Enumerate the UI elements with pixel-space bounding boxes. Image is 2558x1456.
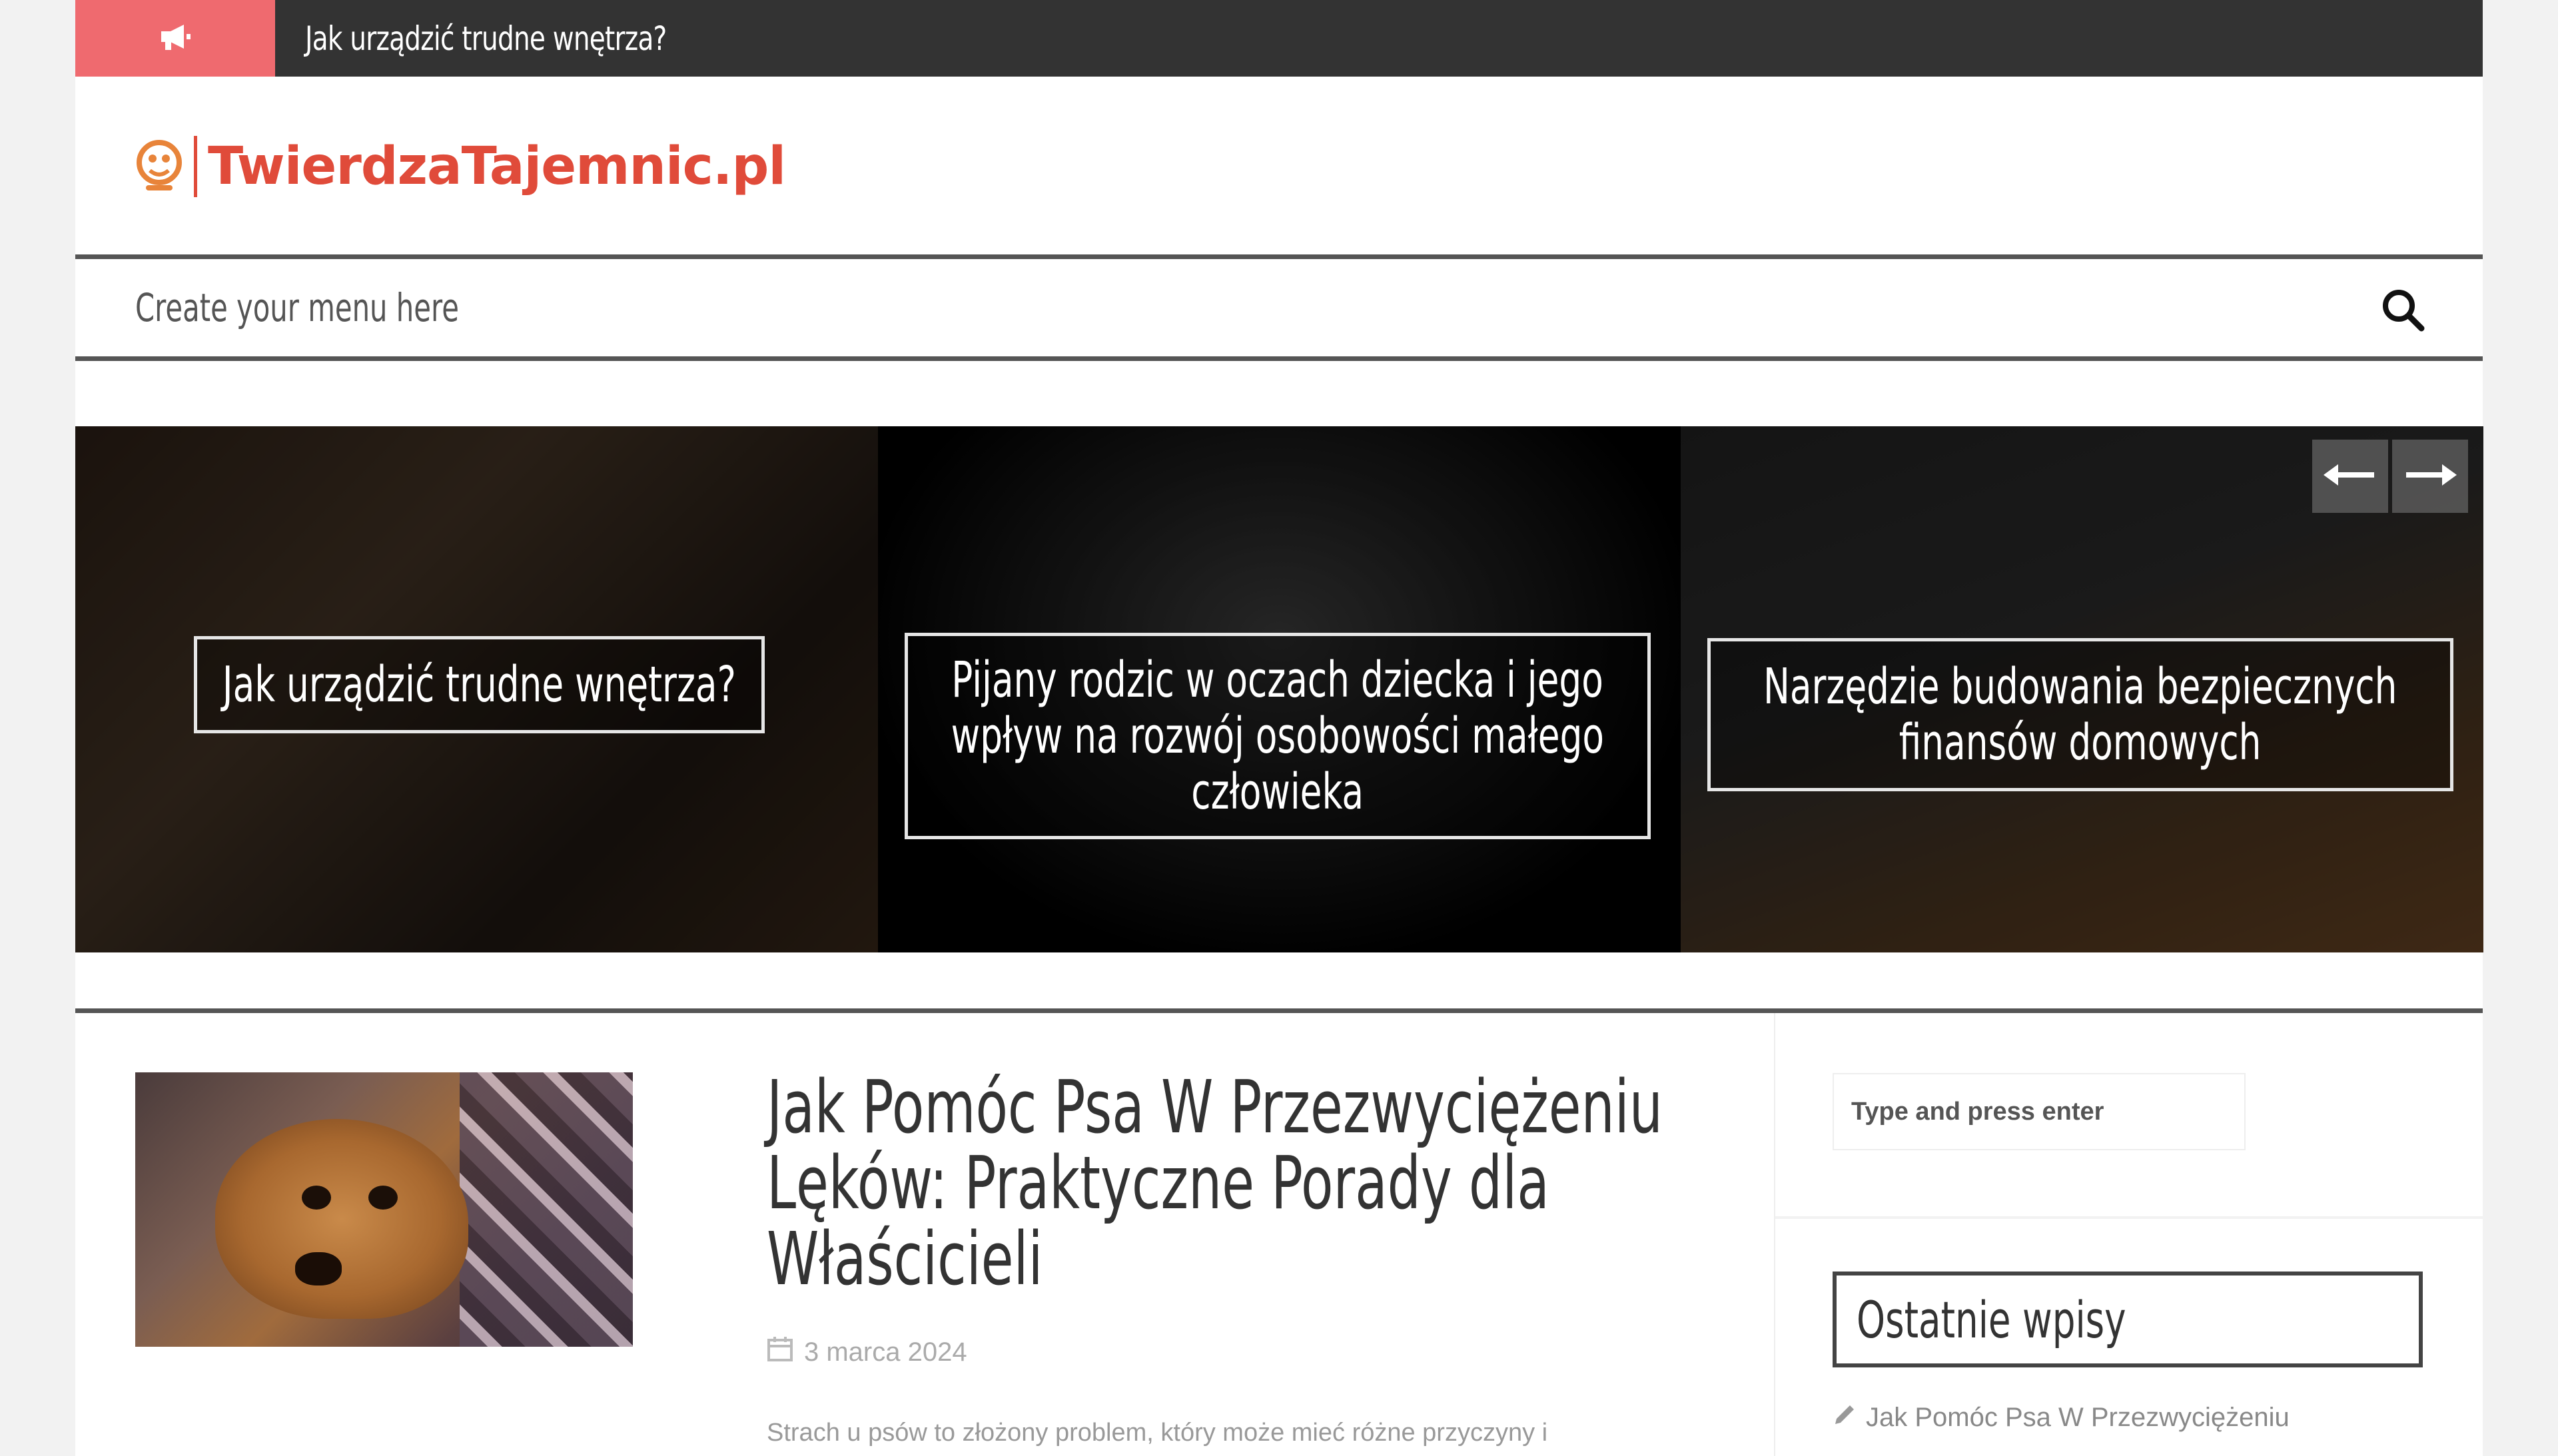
top-bar: Jak urządzić trudne wnętrza? (75, 0, 2483, 77)
slide-beer[interactable]: Pijany rodzic w oczach dziecka i jego wp… (878, 426, 1681, 952)
featured-slider: Jak urządzić trudne wnętrza? Pijany rodz… (75, 426, 2483, 952)
site-logo[interactable]: TwierdzaTajemnic.pl (135, 133, 786, 200)
slide-caption[interactable]: Jak urządzić trudne wnętrza? (194, 636, 765, 733)
slider-prev-button[interactable] (2312, 440, 2388, 513)
announcement-badge (75, 0, 275, 77)
article-date: 3 marca 2024 (767, 1335, 967, 1369)
recent-post-link[interactable]: Jak Pomóc Psa W Przezwyciężeniu (1833, 1401, 2290, 1433)
article-title[interactable]: Jak Pomóc Psa W Przezwyciężeniu Lęków: P… (767, 1069, 1750, 1297)
ticker-headline[interactable]: Jak urządzić trudne wnętrza? (305, 0, 667, 77)
arrow-right-icon (2403, 462, 2457, 492)
sidebar-separator (1775, 1216, 2483, 1219)
slide-interior[interactable]: Jak urządzić trudne wnętrza? (75, 426, 878, 952)
recent-posts-title: Ostatnie wpisy (1833, 1272, 2423, 1367)
article-thumbnail[interactable] (135, 1072, 633, 1347)
calendar-icon (767, 1335, 793, 1369)
date-text: 3 marca 2024 (804, 1337, 967, 1367)
sidebar: Ostatnie wpisy Jak Pomóc Psa W Przezwyci… (1774, 1013, 2483, 1456)
search-button[interactable] (2376, 284, 2429, 338)
page: Jak urządzić trudne wnętrza? TwierdzaTaj… (75, 0, 2483, 1456)
dog-image (215, 1119, 468, 1319)
menu-placeholder-link[interactable]: Create your menu here (135, 259, 459, 356)
main-navigation: Create your menu here (75, 254, 2483, 361)
search-icon (2380, 287, 2425, 336)
megaphone-icon (157, 22, 193, 55)
arrow-left-icon (2324, 462, 2377, 492)
slider-next-button[interactable] (2392, 440, 2468, 513)
logo-separator (194, 136, 197, 197)
section-divider (75, 1008, 2483, 1013)
sidebar-search-input[interactable] (1833, 1073, 2246, 1150)
logo-icon (135, 137, 183, 196)
logo-text: TwierdzaTajemnic.pl (208, 137, 786, 196)
slide-caption[interactable]: Narzędzie budowania bezpiecznych finansó… (1707, 638, 2453, 791)
slide-caption[interactable]: Pijany rodzic w oczach dziecka i jego wp… (905, 633, 1651, 839)
article-excerpt: Strach u psów to złożony problem, który … (767, 1419, 1548, 1447)
pencil-icon (1833, 1401, 1858, 1433)
